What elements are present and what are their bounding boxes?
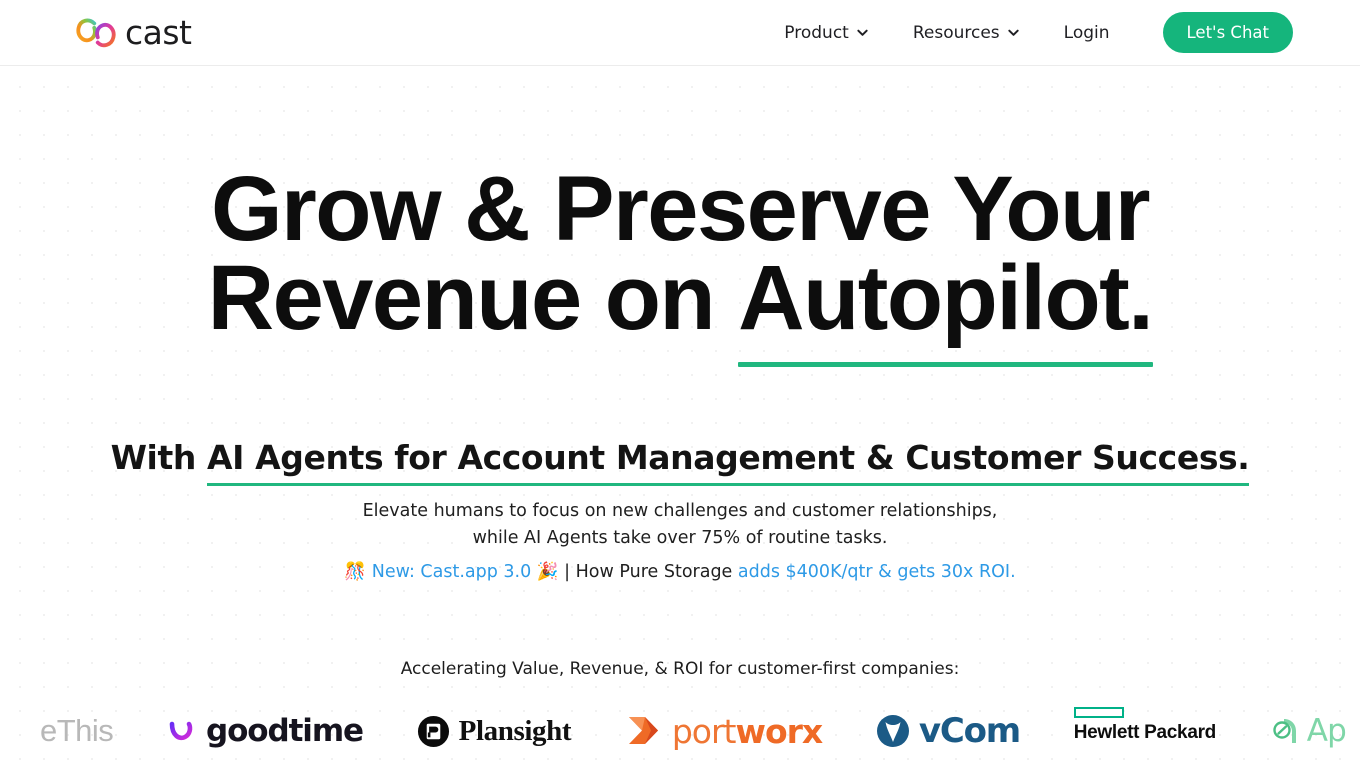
hero-subheading: With AI Agents for Account Management & … bbox=[0, 438, 1360, 487]
nav-item-login[interactable]: Login bbox=[1042, 15, 1132, 51]
announcement-banner: 🎊 New: Cast.app 3.0 🎉 | How Pure Storage… bbox=[0, 559, 1360, 585]
hero-description-line-2: while AI Agents take over 75% of routine… bbox=[472, 527, 888, 548]
logo-hewlett-packard-enterprise[interactable]: Hewlett Packard bbox=[1073, 707, 1217, 755]
lets-chat-button[interactable]: Let's Chat bbox=[1162, 12, 1293, 53]
brand-logo-link[interactable]: cast bbox=[76, 16, 192, 50]
apptio-logo-text: Ap bbox=[1306, 713, 1347, 750]
nav-item-product[interactable]: Product bbox=[762, 15, 891, 51]
site-header: cast Product Resources Login Let's Chat bbox=[0, 0, 1360, 66]
confetti-ball-emoji-icon: 🎊 bbox=[344, 561, 367, 582]
subhead-emphasis: AI Agents for Account Management & Custo… bbox=[207, 438, 1250, 487]
logo-plansight[interactable]: Plansight bbox=[417, 707, 572, 755]
sharethis-logo-text: eThis bbox=[40, 713, 114, 749]
party-popper-emoji-icon: 🎉 bbox=[536, 561, 559, 582]
subhead-prefix: With bbox=[110, 438, 208, 478]
portworx-logo-text: portworx bbox=[671, 711, 823, 751]
goodtime-logo-text: goodtime bbox=[206, 713, 364, 750]
hpe-bar-icon bbox=[1073, 707, 1124, 719]
announcement-new-release-link[interactable]: New: Cast.app 3.0 bbox=[372, 562, 532, 582]
headline-line-1: Grow & Preserve Your bbox=[210, 158, 1151, 260]
customer-logos-row: eThis goodtime Plansight portworx vCom H… bbox=[0, 701, 1360, 761]
announcement-roi-link[interactable]: adds $400K/qtr & gets 30x ROI. bbox=[738, 562, 1016, 582]
hero-description: Elevate humans to focus on new challenge… bbox=[0, 498, 1360, 551]
plansight-circle-icon bbox=[417, 715, 450, 748]
headline-emphasis-autopilot: Autopilot. bbox=[738, 247, 1154, 368]
hpe-logo-text: Hewlett Packard bbox=[1073, 722, 1217, 744]
chevron-down-icon bbox=[856, 26, 869, 39]
portworx-logo-text-bold: worx bbox=[735, 711, 823, 751]
hero-description-line-1: Elevate humans to focus on new challenge… bbox=[362, 501, 998, 522]
page-title: Grow & Preserve Your Revenue on Autopilo… bbox=[0, 163, 1360, 368]
vcom-circle-icon bbox=[876, 714, 910, 748]
logo-sharethis[interactable]: eThis bbox=[40, 707, 114, 755]
announcement-separator: | bbox=[558, 561, 576, 582]
customer-logos-section: Accelerating Value, Revenue, & ROI for c… bbox=[0, 659, 1360, 761]
logo-portworx[interactable]: portworx bbox=[625, 707, 823, 755]
logo-goodtime[interactable]: goodtime bbox=[167, 707, 364, 755]
portworx-arrow-icon bbox=[625, 714, 663, 748]
headline-line-2-prefix: Revenue on bbox=[207, 247, 739, 350]
vcom-logo-text: vCom bbox=[918, 711, 1021, 752]
apptio-gauge-icon bbox=[1270, 717, 1298, 745]
logo-vcom[interactable]: vCom bbox=[876, 707, 1021, 755]
portworx-logo-text-light: port bbox=[671, 711, 737, 751]
chevron-down-icon bbox=[1007, 26, 1020, 39]
cast-loop-logo-icon bbox=[76, 16, 116, 50]
goodtime-swoosh-icon bbox=[167, 716, 197, 746]
announcement-middle-text: How Pure Storage bbox=[575, 561, 738, 582]
logo-apptio[interactable]: Ap bbox=[1270, 707, 1347, 755]
plansight-logo-text: Plansight bbox=[458, 714, 572, 747]
hero-section: Grow & Preserve Your Revenue on Autopilo… bbox=[0, 66, 1360, 585]
main-navigation: Product Resources Login Let's Chat bbox=[762, 12, 1293, 53]
nav-item-resources-label: Resources bbox=[912, 22, 1000, 43]
brand-name: cast bbox=[125, 13, 192, 52]
nav-item-resources[interactable]: Resources bbox=[891, 15, 1042, 51]
nav-item-login-label: Login bbox=[1063, 22, 1110, 43]
nav-item-product-label: Product bbox=[784, 22, 849, 43]
customer-logos-caption: Accelerating Value, Revenue, & ROI for c… bbox=[400, 659, 960, 680]
